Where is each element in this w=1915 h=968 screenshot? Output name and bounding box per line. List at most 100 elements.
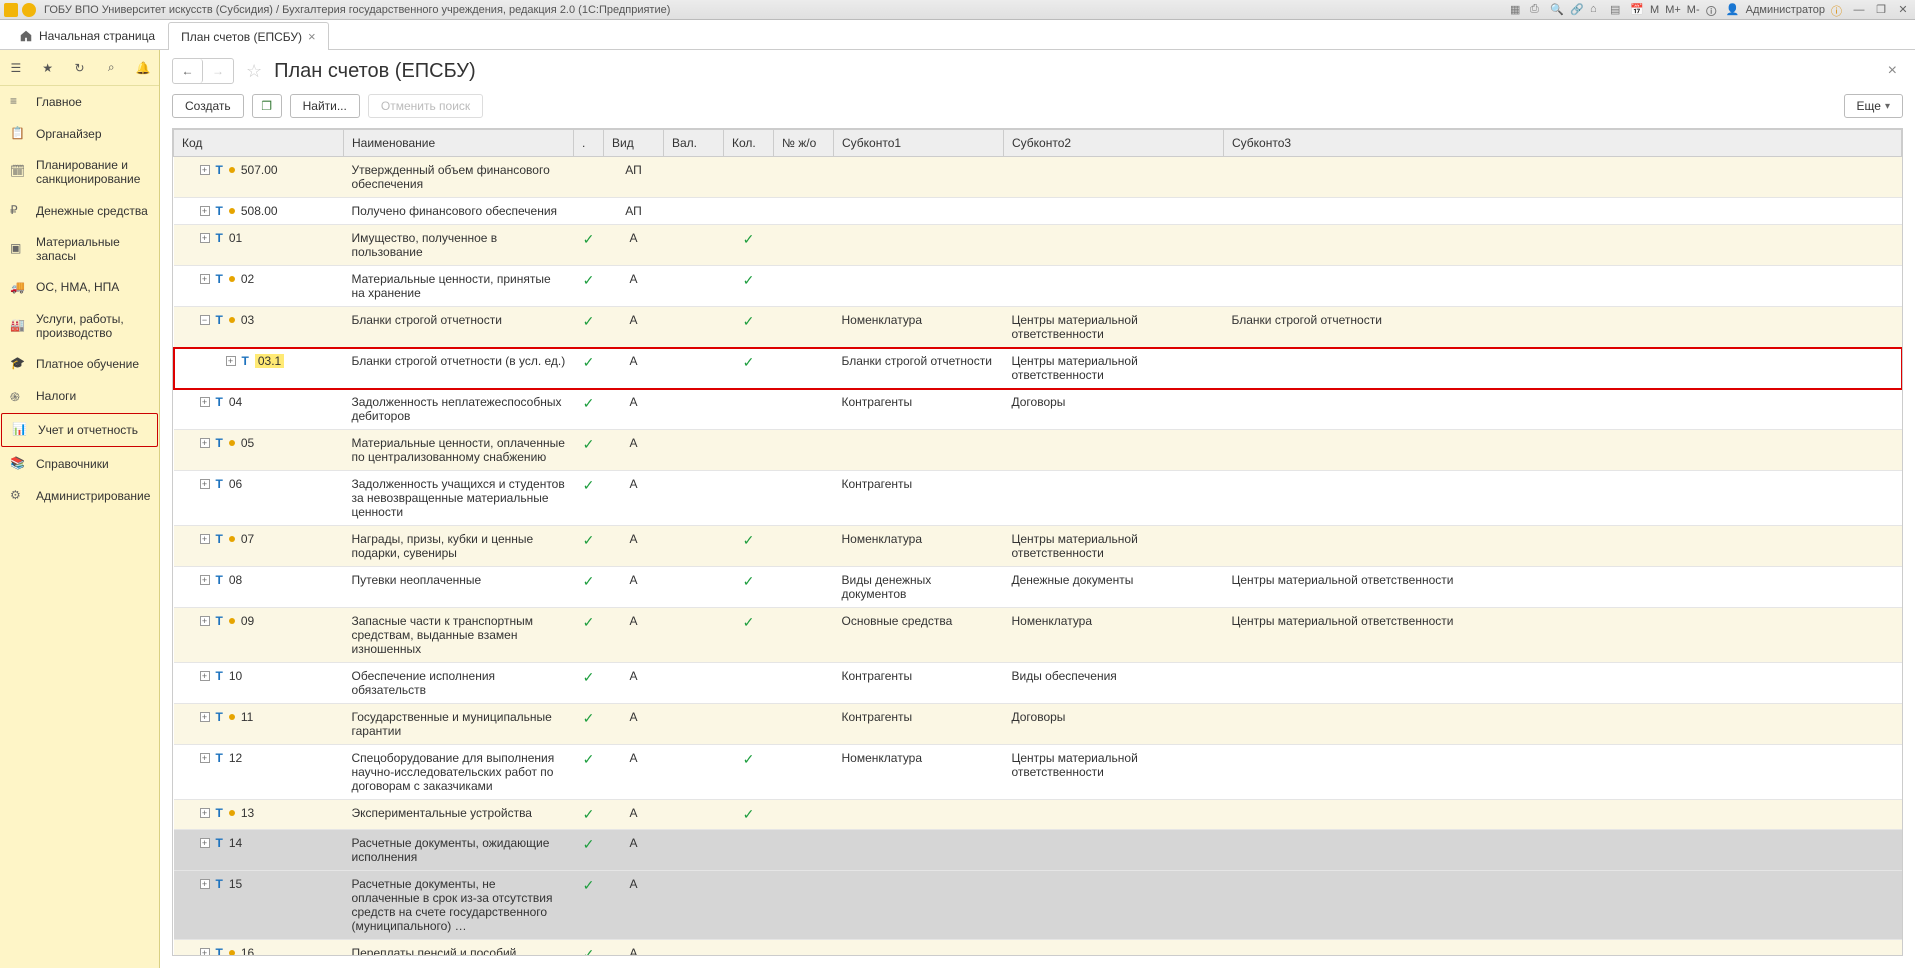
sidebar-item-reference[interactable]: 📚 Справочники — [0, 448, 159, 480]
sidebar-item-planning[interactable]: 🗓 Планирование и санкционирование — [0, 150, 159, 195]
tree-expander-icon[interactable]: + — [200, 575, 210, 585]
calc-icon[interactable]: ▤ — [1610, 3, 1624, 17]
tree-expander-icon[interactable]: + — [200, 165, 210, 175]
tree-expander-icon[interactable]: + — [200, 808, 210, 818]
table-row[interactable]: −T03Бланки строгой отчетности✓А✓Номенкла… — [174, 307, 1902, 348]
table-row[interactable]: +T508.00Получено финансового обеспечения… — [174, 198, 1902, 225]
kol-cell: ✓ — [724, 266, 774, 307]
tab-chart-of-accounts[interactable]: План счетов (ЕПСБУ) × — [168, 22, 329, 50]
link-icon[interactable]: 🔗 — [1570, 3, 1584, 17]
col-s3-header[interactable]: Субконто3 — [1224, 130, 1902, 157]
find-button[interactable]: Найти... — [290, 94, 360, 118]
tree-expander-icon[interactable]: + — [200, 671, 210, 681]
table-row[interactable]: +T14Расчетные документы, ожидающие испол… — [174, 830, 1902, 871]
tree-expander-icon[interactable]: + — [200, 879, 210, 889]
sidebar-item-taxes[interactable]: ֍ Налоги — [0, 380, 159, 412]
col-name-header[interactable]: Наименование — [344, 130, 574, 157]
col-jo-header[interactable]: № ж/о — [774, 130, 834, 157]
info-icon[interactable]: ⓘ — [1831, 3, 1845, 17]
tab-close-icon[interactable]: × — [308, 29, 316, 44]
vid-cell: А — [604, 567, 664, 608]
sidebar-item-organizer[interactable]: 📋 Органайзер — [0, 118, 159, 150]
create-button[interactable]: Создать — [172, 94, 244, 118]
table-row[interactable]: +T09Запасные части к транспортным средст… — [174, 608, 1902, 663]
table-row[interactable]: +T01Имущество, полученное в пользование✓… — [174, 225, 1902, 266]
col-val-header[interactable]: Вал. — [664, 130, 724, 157]
tree-expander-icon[interactable]: + — [200, 479, 210, 489]
tree-expander-icon[interactable]: + — [200, 438, 210, 448]
tree-expander-icon[interactable]: + — [226, 356, 236, 366]
home-icon[interactable]: ⌂ — [1590, 3, 1604, 17]
table-header-row: Код Наименование . Вид Вал. Кол. № ж/о С… — [174, 130, 1902, 157]
close-window-button[interactable]: ✕ — [1895, 3, 1911, 16]
copy-button[interactable]: ❐ — [252, 94, 282, 118]
m-minus-button[interactable]: M- — [1687, 4, 1700, 16]
sidebar-item-services[interactable]: 🏭 Услуги, работы, производство — [0, 304, 159, 349]
toolbar-icon[interactable]: ▦ — [1510, 3, 1524, 17]
tree-expander-icon[interactable]: + — [200, 397, 210, 407]
table-row[interactable]: +T02Материальные ценности, принятые на х… — [174, 266, 1902, 307]
user-icon[interactable]: 👤 — [1726, 3, 1740, 17]
close-page-button[interactable]: × — [1882, 62, 1903, 80]
calendar-icon[interactable]: 📅 — [1630, 3, 1644, 17]
sidebar-item-money[interactable]: ₽ Денежные средства — [0, 195, 159, 227]
star-icon[interactable]: ★ — [39, 59, 57, 77]
table-row[interactable]: +T11Государственные и муниципальные гара… — [174, 704, 1902, 745]
favorite-star-icon[interactable]: ☆ — [246, 61, 262, 82]
table-row[interactable]: +T13Экспериментальные устройства✓А✓ — [174, 800, 1902, 830]
table-row[interactable]: +T05Материальные ценности, оплаченные по… — [174, 430, 1902, 471]
menu-icon[interactable]: ☰ — [7, 59, 25, 77]
table-row[interactable]: +T10Обеспечение исполнения обязательств✓… — [174, 663, 1902, 704]
m-button[interactable]: M — [1650, 4, 1659, 16]
table-row[interactable]: +T04Задолженность неплатежеспособных деб… — [174, 389, 1902, 430]
sidebar-item-accounting[interactable]: 📊 Учет и отчетность — [1, 413, 158, 447]
tree-expander-icon[interactable]: − — [200, 315, 210, 325]
sidebar-item-assets[interactable]: 🚚 ОС, НМА, НПА — [0, 272, 159, 304]
table-row[interactable]: +T03.1Бланки строгой отчетности (в усл. … — [174, 348, 1902, 389]
tree-expander-icon[interactable]: + — [200, 948, 210, 956]
search-icon[interactable]: ⌕ — [102, 59, 120, 77]
table-row[interactable]: +T15Расчетные документы, не оплаченные в… — [174, 871, 1902, 940]
tree-expander-icon[interactable]: + — [200, 753, 210, 763]
tree-expander-icon[interactable]: + — [200, 616, 210, 626]
help-circle-icon[interactable]: 🛈 — [1706, 3, 1720, 17]
tree-expander-icon[interactable]: + — [200, 206, 210, 216]
table-row[interactable]: +T507.00Утвержденный объем финансового о… — [174, 157, 1902, 198]
sidebar-item-main[interactable]: ≡ Главное — [0, 86, 159, 118]
table-row[interactable]: +T08Путевки неоплаченные✓А✓Виды денежных… — [174, 567, 1902, 608]
nav-forward-button[interactable]: → — [203, 59, 233, 83]
col-s1-header[interactable]: Субконто1 — [834, 130, 1004, 157]
more-button[interactable]: Еще — [1844, 94, 1903, 118]
bell-icon[interactable]: 🔔 — [134, 59, 152, 77]
col-vid-header[interactable]: Вид — [604, 130, 664, 157]
maximize-button[interactable]: ❐ — [1873, 3, 1889, 16]
search-sm-icon[interactable]: 🔍 — [1550, 3, 1564, 17]
tree-expander-icon[interactable]: + — [200, 534, 210, 544]
print-icon[interactable]: ⎙ — [1530, 3, 1544, 17]
nav-back-button[interactable]: ← — [173, 59, 203, 83]
tree-expander-icon[interactable]: + — [200, 233, 210, 243]
col-code-header[interactable]: Код — [174, 130, 344, 157]
minimize-button[interactable]: — — [1851, 4, 1867, 16]
m-plus-button[interactable]: M+ — [1665, 4, 1681, 16]
sidebar-item-education[interactable]: 🎓 Платное обучение — [0, 348, 159, 380]
sidebar-item-materials[interactable]: ▣ Материальные запасы — [0, 227, 159, 272]
table-row[interactable]: +T12Спецоборудование для выполнения науч… — [174, 745, 1902, 800]
table-row[interactable]: +T07Награды, призы, кубки и ценные подар… — [174, 526, 1902, 567]
col-kol-header[interactable]: Кол. — [724, 130, 774, 157]
table-row[interactable]: +T06Задолженность учащихся и студентов з… — [174, 471, 1902, 526]
subconto3-cell — [1224, 430, 1902, 471]
sidebar-item-admin[interactable]: ⚙ Администрирование — [0, 480, 159, 512]
user-name[interactable]: Администратор — [1746, 4, 1825, 16]
dot-cell: ✓ — [574, 526, 604, 567]
tree-expander-icon[interactable]: + — [200, 838, 210, 848]
col-s2-header[interactable]: Субконто2 — [1004, 130, 1224, 157]
tree-expander-icon[interactable]: + — [200, 274, 210, 284]
col-dot-header[interactable]: . — [574, 130, 604, 157]
cancel-search-button: Отменить поиск — [368, 94, 483, 118]
tab-home[interactable]: Начальная страница — [6, 22, 168, 49]
tree-expander-icon[interactable]: + — [200, 712, 210, 722]
grid-container[interactable]: Код Наименование . Вид Вал. Кол. № ж/о С… — [172, 128, 1903, 956]
table-row[interactable]: +T16Переплаты пенсий и пособий вследстви… — [174, 940, 1902, 957]
history-icon[interactable]: ↻ — [70, 59, 88, 77]
